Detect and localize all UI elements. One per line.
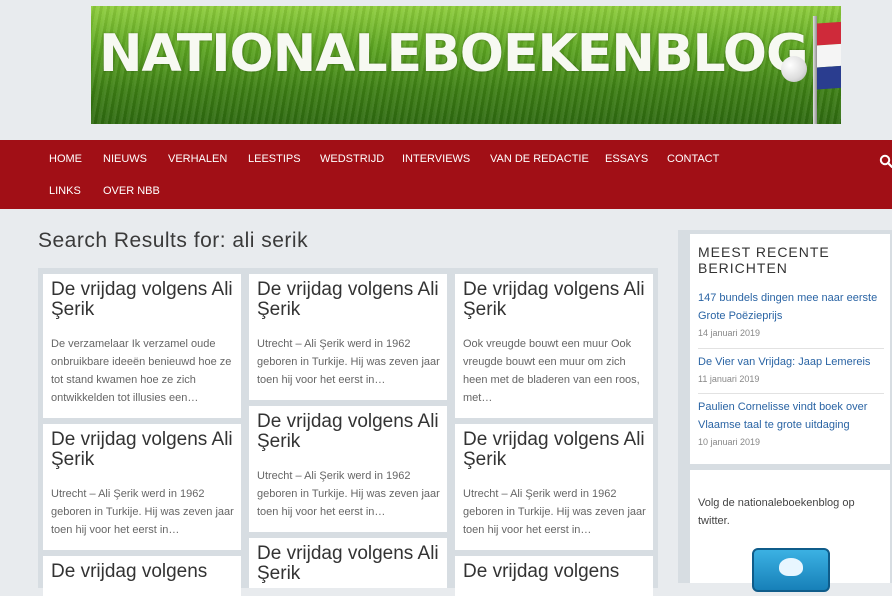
golf-ball-icon	[781, 56, 807, 82]
divider	[698, 393, 884, 394]
result-card-title[interactable]: De vrijdag volgens Ali Şerik	[257, 280, 445, 320]
search-icon[interactable]	[879, 154, 892, 168]
site-header: NATIONALEBOEKENBLOG	[0, 0, 892, 140]
result-card[interactable]: De vrijdag volgens Ali Şerik Utrecht – A…	[249, 274, 447, 400]
result-card-title[interactable]: De vrijdag volgens	[463, 562, 651, 582]
nav-item-contact[interactable]: CONTACT	[667, 153, 719, 165]
result-card[interactable]: De vrijdag volgens Ali Şerik Utrecht – A…	[43, 424, 241, 550]
nav-item-leestips[interactable]: LEESTIPS	[248, 153, 301, 165]
nav-item-nieuws[interactable]: NIEUWS	[103, 153, 147, 165]
bird-shape	[779, 558, 803, 576]
recent-post-date: 10 januari 2019	[698, 437, 761, 447]
result-card-title[interactable]: De vrijdag volgens Ali Şerik	[257, 412, 445, 452]
result-card-title[interactable]: De vrijdag volgens Ali Şerik	[257, 544, 445, 584]
divider	[698, 348, 884, 349]
nav-item-verhalen[interactable]: VERHALEN	[168, 153, 227, 165]
nav-item-home[interactable]: HOME	[49, 153, 82, 165]
result-card[interactable]: De vrijdag volgens	[455, 556, 653, 596]
result-card-excerpt: Utrecht – Ali Şerik werd in 1962 geboren…	[463, 488, 646, 536]
result-card-title[interactable]: De vrijdag volgens Ali Şerik	[51, 430, 239, 470]
result-card[interactable]: De vrijdag volgens Ali Şerik Utrecht – A…	[455, 424, 653, 550]
page-title: Search Results for: ali serik	[38, 229, 309, 252]
recent-post-link[interactable]: Paulien Cornelisse vindt boek over Vlaam…	[698, 398, 884, 434]
recent-post-date: 14 januari 2019	[698, 328, 761, 338]
result-card-title[interactable]: De vrijdag volgens Ali Şerik	[463, 280, 651, 320]
dutch-flag-icon	[817, 16, 841, 90]
result-card-excerpt: Ook vreugde bouwt een muur Ook vreugde b…	[463, 338, 640, 404]
result-card-excerpt: Utrecht – Ali Şerik werd in 1962 geboren…	[51, 488, 234, 536]
recent-posts-widget: MEEST RECENTE BERICHTEN 147 bundels ding…	[690, 234, 890, 464]
result-card[interactable]: De vrijdag volgens Ali Şerik	[249, 538, 447, 588]
nav-item-van-de-redactie[interactable]: VAN DE REDACTIE	[490, 153, 589, 165]
result-card-excerpt: Utrecht – Ali Şerik werd in 1962 geboren…	[257, 470, 440, 518]
result-card[interactable]: De vrijdag volgens	[43, 556, 241, 596]
nav-item-wedstrijd[interactable]: WEDSTRIJD	[320, 153, 384, 165]
result-card-title[interactable]: De vrijdag volgens	[51, 562, 239, 582]
nav-item-essays[interactable]: ESSAYS	[605, 153, 648, 165]
recent-post-link[interactable]: 147 bundels dingen mee naar eerste Grote…	[698, 289, 884, 325]
recent-post-date: 11 januari 2019	[698, 374, 760, 384]
result-card-excerpt: Utrecht – Ali Şerik werd in 1962 geboren…	[257, 338, 440, 386]
nav-item-links[interactable]: LINKS	[49, 185, 81, 197]
nav-item-over-nbb[interactable]: OVER NBB	[103, 185, 160, 197]
result-card[interactable]: De vrijdag volgens Ali Şerik Ook vreugde…	[455, 274, 653, 418]
twitter-follow-text: Volg de nationaleboekenblog op twitter.	[698, 497, 855, 527]
twitter-bird-icon[interactable]	[752, 548, 830, 592]
recent-post-link[interactable]: De Vier van Vrijdag: Jaap Lemereis	[698, 353, 884, 371]
main-nav: HOME NIEUWS VERHALEN LEESTIPS WEDSTRIJD …	[0, 140, 892, 209]
site-logo-text: NATIONALEBOEKENBLOG	[99, 24, 809, 84]
widget-title: MEEST RECENTE BERICHTEN	[698, 244, 830, 276]
nav-item-interviews[interactable]: INTERVIEWS	[402, 153, 470, 165]
result-card-title[interactable]: De vrijdag volgens Ali Şerik	[463, 430, 651, 470]
site-banner[interactable]: NATIONALEBOEKENBLOG	[91, 6, 841, 124]
result-card-title[interactable]: De vrijdag volgens Ali Şerik	[51, 280, 239, 320]
result-card[interactable]: De vrijdag volgens Ali Şerik De verzamel…	[43, 274, 241, 418]
result-card-excerpt: De verzamelaar Ik verzamel oude onbruikb…	[51, 338, 232, 404]
result-card[interactable]: De vrijdag volgens Ali Şerik Utrecht – A…	[249, 406, 447, 532]
